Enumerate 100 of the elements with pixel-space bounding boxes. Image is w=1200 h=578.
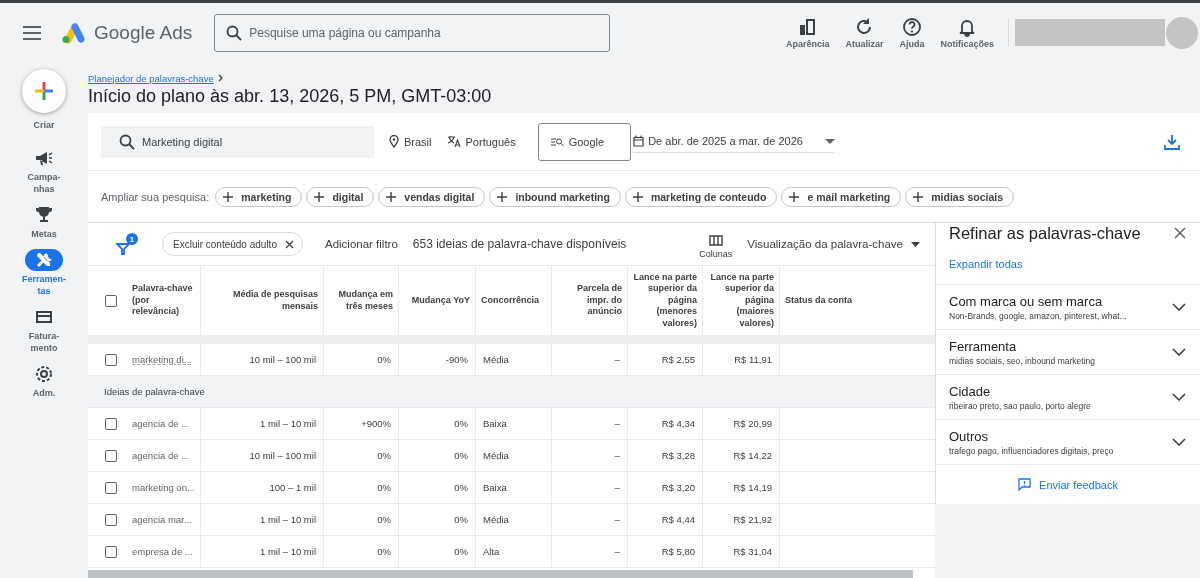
logo-icon <box>60 21 86 44</box>
chevron-down-icon[interactable] <box>1172 348 1186 356</box>
group-summary: Non-Brands, google, amazon, pinterest, what... <box>949 310 1128 321</box>
search-field[interactable]: Pesquise uma página ou campanha <box>214 13 611 52</box>
table-cell: R$ 2,55 <box>661 354 695 365</box>
keyword-cell[interactable]: agencia mar... <box>132 514 192 525</box>
download-icon[interactable] <box>1164 133 1180 150</box>
nav-item[interactable]: Campa- nhas <box>25 147 63 195</box>
scrollbar-thumb[interactable] <box>88 570 913 578</box>
chevron-down-icon[interactable] <box>1172 303 1186 311</box>
table-cell: R$ 21,92 <box>733 514 772 525</box>
expand-all-link[interactable]: Expandir todas <box>949 258 1023 270</box>
page-title: Início do plano às abr. 13, 2026, 5 PM, GMT-03:00 <box>88 86 493 107</box>
keyword-cell[interactable]: marketing di... <box>132 354 192 365</box>
plus-icon <box>314 191 325 202</box>
table-cell: 0% <box>454 450 468 461</box>
group-title: Com marca ou sem marca <box>949 293 1104 309</box>
plus-icon <box>789 191 800 202</box>
table-cell: Baixa <box>483 418 507 429</box>
nav-item[interactable]: Metas <box>25 204 63 240</box>
columns-button[interactable]: Colunas <box>699 229 733 259</box>
row-checkbox[interactable] <box>105 481 117 494</box>
group-summary: midias sociais, seo, inbound marketing <box>949 355 1096 366</box>
gear-icon <box>34 364 54 384</box>
row-checkbox[interactable] <box>105 417 117 430</box>
table-cell: R$ 11,91 <box>734 354 772 365</box>
table-cell: Alta <box>483 546 500 557</box>
row-checkbox[interactable] <box>105 353 117 366</box>
date-range-dropdown[interactable]: De abr. de 2025 a mar. de 2026 <box>633 130 835 153</box>
plus-icon <box>913 191 924 202</box>
close-icon[interactable] <box>284 239 294 249</box>
notifications-button[interactable]: Notificações <box>934 16 1000 49</box>
translate-icon <box>446 135 461 148</box>
keyword-cell[interactable]: agencia de ... <box>132 450 190 461</box>
columns-icon <box>797 16 818 37</box>
table-cell: – <box>614 354 620 365</box>
table-cell: -90% <box>445 354 468 365</box>
add-filter-button[interactable]: Adicionar filtro <box>324 238 398 250</box>
select-all-checkbox[interactable] <box>105 294 117 307</box>
nav-item[interactable]: Adm. <box>25 363 63 399</box>
group-title: Outros <box>949 428 989 444</box>
table-cell: – <box>614 482 620 493</box>
table-cell: R$ 20,99 <box>733 418 772 429</box>
filter-button[interactable]: 1 <box>116 233 138 255</box>
chevron-down-icon[interactable] <box>1172 438 1186 446</box>
nav-item[interactable]: Ferramen- tas <box>22 249 66 297</box>
group-title: Ferramenta <box>949 338 1018 354</box>
appearance-button[interactable]: Aparência <box>779 16 836 49</box>
feedback-button[interactable]: Enviar feedback <box>936 464 1200 504</box>
calendar-icon <box>633 135 645 147</box>
filter-count-badge: 1 <box>126 233 138 245</box>
help-button[interactable]: Ajuda <box>893 16 931 49</box>
table-cell: – <box>614 418 620 429</box>
row-checkbox[interactable] <box>105 513 117 526</box>
columns-icon <box>708 235 723 246</box>
language-button[interactable]: Português <box>446 135 516 148</box>
plus-icon <box>632 191 643 202</box>
breadcrumb-link[interactable]: Planejador de palavras-chave <box>88 72 214 84</box>
column-header: Mudança YoY <box>411 294 470 307</box>
column-header: Concorrência <box>481 294 540 307</box>
table-cell: 1 mil – 10 mil <box>260 546 316 557</box>
table-cell: 0% <box>454 546 468 557</box>
nav-item[interactable]: Fatura- mento <box>25 306 63 354</box>
column-header: Média de pesquisas mensais <box>231 289 318 312</box>
keyword-field[interactable]: Marketing digital <box>101 125 374 158</box>
caret-icon <box>911 241 920 247</box>
keyword-cell[interactable]: agencia de ... <box>132 418 190 429</box>
help-icon <box>901 16 922 37</box>
table-cell: R$ 3,20 <box>661 482 695 493</box>
view-dropdown[interactable]: Visualização da palavra-chave <box>747 238 920 250</box>
table-cell: – <box>614 450 620 461</box>
ideas-count: 653 ideias de palavra-chave disponíveis <box>412 237 627 251</box>
table-cell: R$ 14,19 <box>733 482 772 493</box>
table-cell: 0% <box>377 546 391 557</box>
panel-title: Refinar as palavras-chave <box>949 223 1141 243</box>
broaden-label: Ampliar sua pesquisa: <box>101 190 210 203</box>
location-button[interactable]: Brasil <box>389 135 432 148</box>
keyword-cell[interactable]: marketing on... <box>132 482 195 493</box>
row-checkbox[interactable] <box>105 449 117 462</box>
refresh-button[interactable]: Atualizar <box>839 16 890 49</box>
network-button[interactable]: Google <box>537 122 632 161</box>
group-title: Cidade <box>949 383 992 399</box>
table-cell: 1 mil – 10 mil <box>260 514 316 525</box>
product-name: Google Ads <box>94 21 193 44</box>
table-cell: 0% <box>454 482 468 493</box>
keyword-cell[interactable]: empresa de ... <box>132 546 193 557</box>
search-list-icon <box>550 136 564 147</box>
caret-icon <box>824 138 835 144</box>
table-cell: – <box>614 546 620 557</box>
close-icon[interactable] <box>1174 227 1186 239</box>
chevron-down-icon[interactable] <box>1172 393 1186 401</box>
table-cell: 0% <box>454 514 468 525</box>
table-cell: 10 mil – 100 mil <box>249 354 316 365</box>
table-cell: R$ 5,80 <box>661 546 695 557</box>
table-cell: R$ 31,04 <box>733 546 772 557</box>
table-cell: R$ 4,44 <box>661 514 695 525</box>
section-title: Ideias de palavra-chave <box>104 386 205 397</box>
table-cell: – <box>614 514 620 525</box>
row-checkbox[interactable] <box>105 545 117 558</box>
menu-icon[interactable] <box>23 25 41 40</box>
